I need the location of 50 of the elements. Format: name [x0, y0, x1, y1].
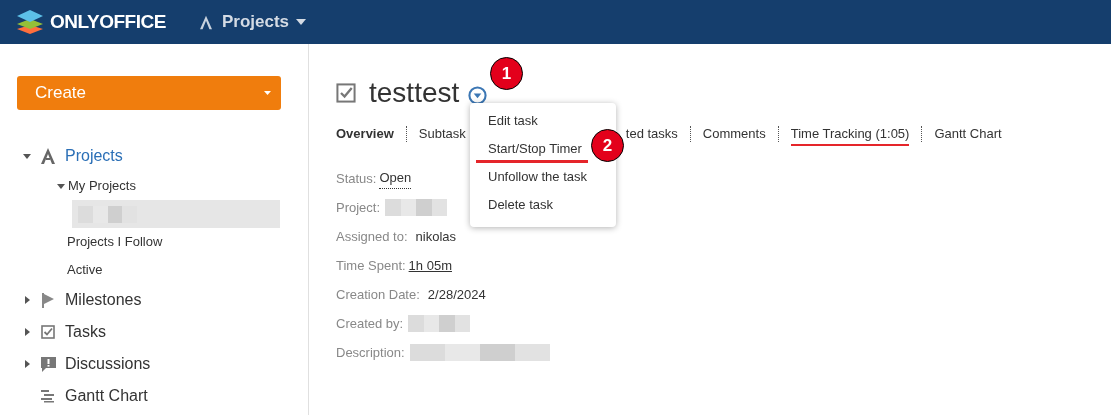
sidebar-subitem[interactable]: Projects I Follow — [67, 232, 163, 252]
field-label: Created by: — [336, 314, 404, 333]
tab[interactable]: Gantt Chart — [934, 122, 1002, 146]
sidebar-item[interactable]: Gantt Chart — [65, 384, 148, 408]
speech-bubble-icon — [40, 356, 56, 372]
step-badge: 1 — [490, 57, 523, 90]
field-value: 2/28/2024 — [427, 285, 486, 304]
sidebar-item[interactable]: Milestones — [65, 288, 142, 312]
dropdown-circle-icon[interactable] — [468, 85, 488, 105]
compass-icon — [199, 14, 212, 30]
time-spent-link[interactable]: 1h 05m — [408, 255, 452, 276]
caret-down-icon[interactable] — [296, 19, 307, 25]
field-label: Time Spent: — [336, 256, 406, 275]
compass-icon — [41, 148, 55, 164]
field-value: nikolas — [415, 227, 456, 246]
sidebar-subitem[interactable]: My Projects — [68, 176, 136, 196]
tab[interactable]: Subtask — [418, 122, 466, 146]
sidebar-item[interactable]: Projects — [65, 144, 123, 168]
task-title: testtest — [369, 76, 460, 110]
checkbox-icon — [336, 83, 356, 103]
module-menu[interactable]: Projects — [221, 9, 307, 35]
blurred-text — [385, 199, 448, 216]
caret-right-icon[interactable] — [23, 328, 31, 336]
field-label: Project: — [336, 198, 381, 217]
caret-right-icon[interactable] — [23, 296, 31, 304]
checkbox-icon — [41, 325, 55, 339]
blurred-text — [408, 315, 471, 332]
menu-item[interactable]: Unfollow the task — [480, 167, 587, 191]
flag-icon — [41, 292, 55, 308]
logo-icon — [17, 10, 43, 34]
menu-item[interactable]: Delete task — [480, 195, 554, 219]
tab[interactable]: ted tasks — [625, 122, 678, 146]
tab[interactable]: Time Tracking (1:05) — [790, 122, 910, 146]
sidebar-item[interactable]: Tasks — [65, 320, 106, 344]
caret-down-icon[interactable] — [23, 152, 31, 160]
gantt-icon — [41, 389, 55, 403]
caret-down-icon[interactable] — [57, 182, 65, 190]
menu-item[interactable]: Start/Stop Timer — [476, 139, 588, 163]
sidebar-subitem[interactable]: Active — [67, 260, 103, 280]
tab[interactable]: Overview — [336, 122, 394, 146]
field-label: Creation Date: — [336, 285, 420, 304]
field-label: Assigned to: — [336, 227, 408, 246]
field-label: Description: — [336, 343, 405, 362]
status-link[interactable]: Open — [379, 168, 412, 189]
field-label: Status: — [336, 169, 377, 188]
logo-text: ONLYOFFICE — [50, 9, 166, 34]
menu-item[interactable]: Edit task — [480, 111, 538, 135]
tab[interactable]: Comments — [702, 122, 766, 146]
caret-right-icon[interactable] — [23, 360, 31, 368]
sidebar-item[interactable]: Discussions — [65, 352, 151, 376]
